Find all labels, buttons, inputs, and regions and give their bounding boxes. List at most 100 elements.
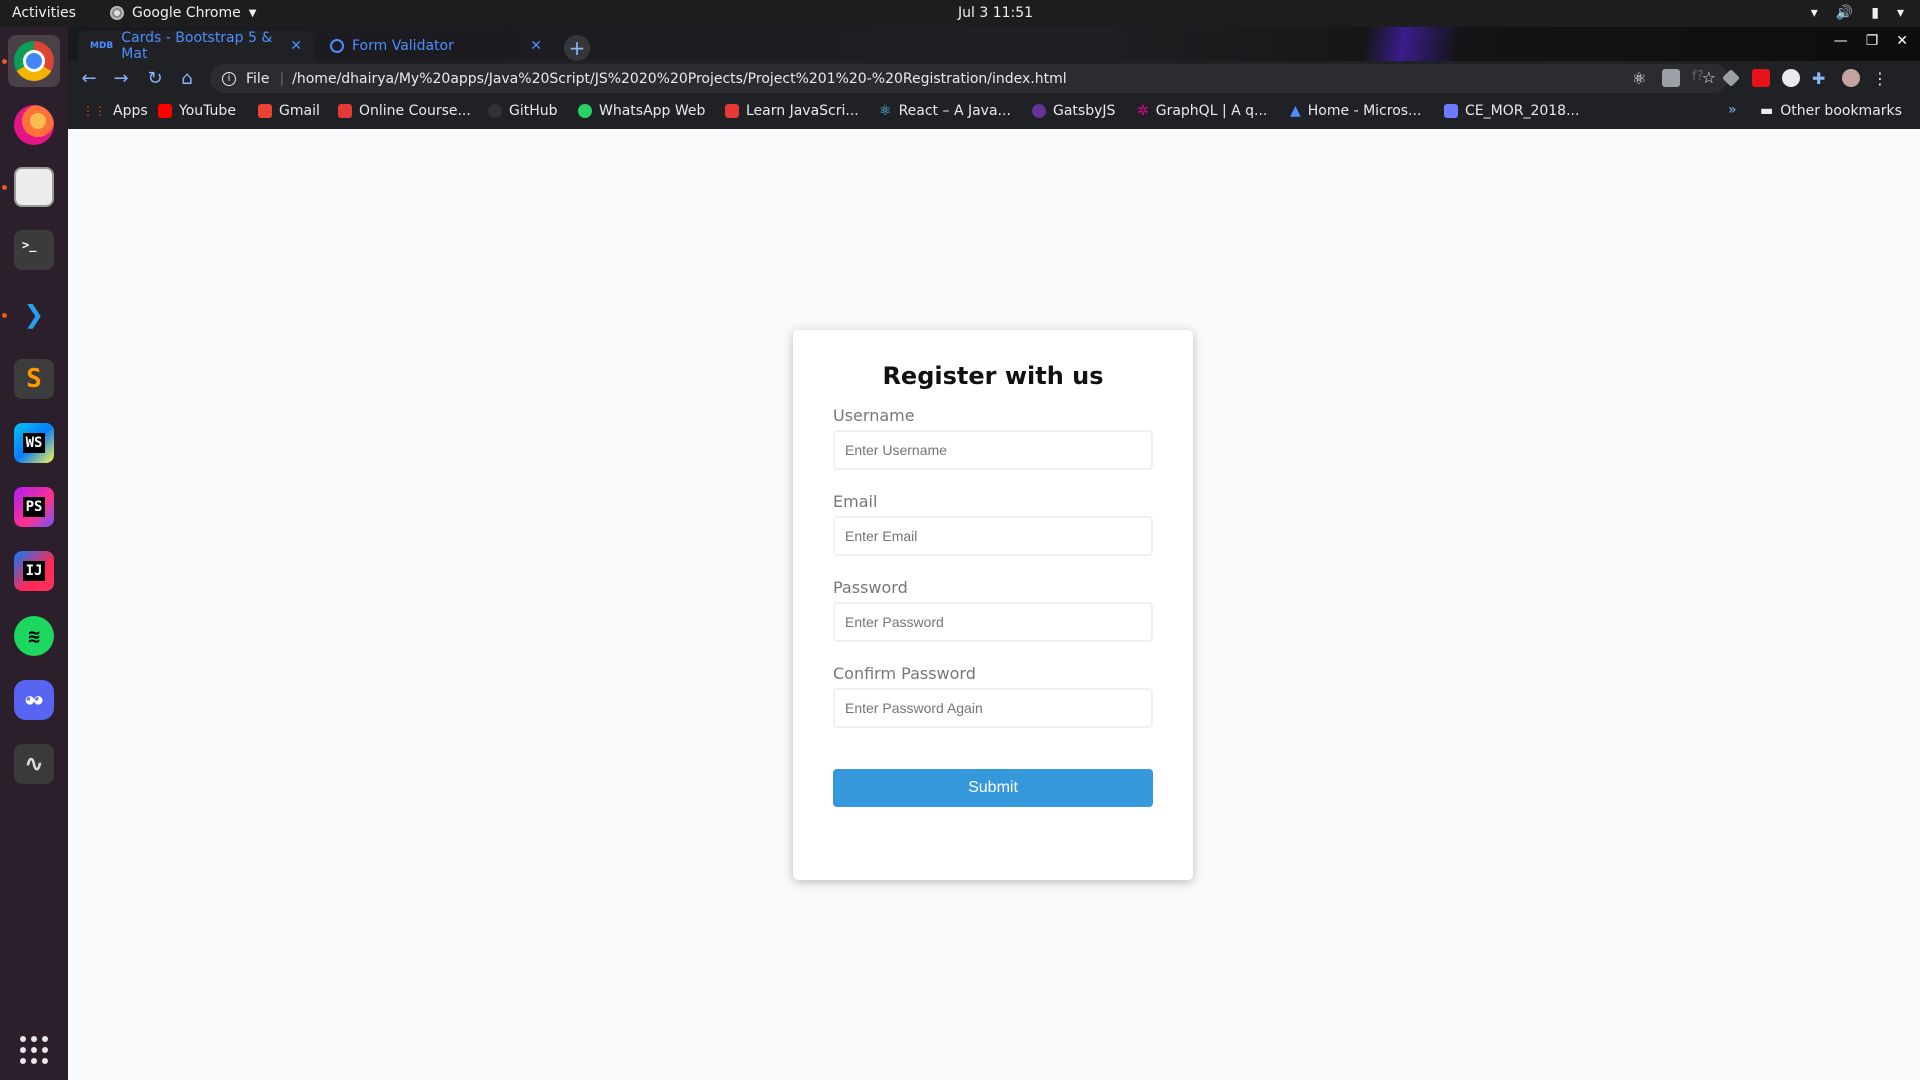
dock-item-intellij[interactable]: IJ — [8, 545, 60, 597]
dock-item-webstorm[interactable]: WS — [8, 417, 60, 469]
avatar[interactable] — [1842, 69, 1860, 87]
bookmark-gmail[interactable]: Gmail — [258, 103, 320, 119]
bookmark-graphql[interactable]: ✲ GraphQL | A q... — [1137, 103, 1267, 119]
registration-form: Register with us Username Email Password… — [793, 330, 1193, 880]
bookmark-label: GitHub — [509, 103, 558, 119]
bookmark-whatsapp[interactable]: WhatsApp Web — [578, 103, 705, 119]
vscode-icon: ❯ — [23, 295, 45, 335]
webstorm-icon: WS — [14, 423, 54, 463]
bookmark-gatsby[interactable]: GatsbyJS — [1032, 103, 1115, 119]
close-tab-icon[interactable]: ✕ — [530, 38, 542, 54]
more-bookmarks-icon[interactable]: » — [1728, 102, 1737, 118]
show-apps-icon[interactable] — [20, 1036, 48, 1064]
bookmark-label: Learn JavaScri... — [746, 103, 859, 119]
app-menu-label: Google Chrome — [132, 5, 241, 21]
system-monitor-icon: ∿ — [14, 744, 54, 784]
app-menu[interactable]: Google Chrome ▼ — [110, 5, 256, 21]
confirm-password-group: Confirm Password — [833, 664, 1153, 728]
clock[interactable]: Jul 3 11:51 — [958, 5, 1033, 21]
close-tab-icon[interactable]: ✕ — [290, 38, 302, 54]
tab-form-validator[interactable]: Form Validator ✕ — [318, 31, 554, 61]
tab-cards-bootstrap[interactable]: MDB Cards - Bootstrap 5 & Mat ✕ — [78, 30, 314, 62]
activities-button[interactable]: Activities — [12, 5, 76, 21]
discord-icon: ◕◕ — [14, 680, 54, 720]
tab-strip: MDB Cards - Bootstrap 5 & Mat ✕ Form Val… — [68, 27, 1920, 62]
dock-item-files[interactable] — [8, 161, 60, 213]
dock-item-vscode[interactable]: ❯ — [8, 289, 60, 341]
address-scheme: File — [246, 70, 270, 87]
whatsapp-icon — [578, 104, 592, 118]
bookmark-online-courses[interactable]: Online Course... — [338, 103, 471, 119]
dock-item-sublime[interactable]: S — [8, 353, 60, 405]
address-bar[interactable]: i File | /home/dhairya/My%20apps/Java%20… — [210, 64, 1728, 93]
globe-favicon-icon — [330, 39, 344, 53]
password-group: Password — [833, 578, 1153, 642]
gmail-icon — [258, 104, 272, 118]
reload-icon[interactable]: ↻ — [144, 67, 166, 89]
menu-dots-icon[interactable]: ⋮ — [1872, 69, 1890, 88]
bookmark-label: Gmail — [279, 103, 320, 119]
files-icon — [14, 167, 54, 207]
dock-item-discord[interactable]: ◕◕ — [8, 674, 60, 726]
info-icon[interactable]: i — [222, 71, 236, 86]
puzzle-icon[interactable]: ✚ — [1812, 69, 1830, 88]
bookmark-apps[interactable]: ⋮⋮ Apps — [82, 103, 148, 119]
close-window-icon[interactable]: ✕ — [1896, 33, 1908, 49]
bookmark-ce-mor[interactable]: CE_MOR_2018... — [1444, 103, 1579, 119]
wifi-icon: ▾ — [1810, 5, 1818, 21]
confirm-password-input[interactable] — [833, 688, 1153, 728]
react-devtools-icon[interactable]: ⚛ — [1632, 69, 1650, 88]
chrome-icon — [14, 41, 54, 81]
forward-icon[interactable]: → — [110, 67, 132, 89]
dock: >_ ❯ S WS PS IJ ≋ ◕◕ ∿ — [0, 27, 68, 1080]
bookmark-label: Online Course... — [359, 103, 471, 119]
extension-icon[interactable] — [1752, 69, 1770, 87]
submit-button[interactable]: Submit — [833, 769, 1153, 807]
apps-grid-icon: ⋮⋮ — [82, 104, 106, 118]
grammarly-icon[interactable] — [1782, 69, 1800, 87]
intellij-icon: IJ — [14, 551, 54, 591]
codecademy-icon — [725, 104, 739, 118]
other-bookmarks-label: Other bookmarks — [1780, 103, 1902, 119]
system-tray[interactable]: ▾ 🔊 ▮ ▾ — [1811, 5, 1904, 21]
bookmark-react[interactable]: ⚛ React – A Java... — [879, 103, 1011, 119]
minimize-icon[interactable]: — — [1834, 33, 1848, 49]
other-bookmarks[interactable]: ▬ Other bookmarks — [1760, 103, 1902, 119]
mdb-favicon-icon: MDB — [90, 41, 114, 51]
dock-item-firefox[interactable] — [8, 99, 60, 151]
new-tab-button[interactable]: + — [564, 35, 590, 61]
dock-item-chrome[interactable] — [8, 35, 60, 87]
battery-icon: ▮ — [1871, 5, 1879, 21]
password-input[interactable] — [833, 602, 1153, 642]
username-group: Username — [833, 406, 1153, 470]
running-indicator — [2, 59, 7, 64]
graphql-icon: ✲ — [1137, 103, 1149, 119]
dock-item-spotify[interactable]: ≋ — [8, 610, 60, 662]
bookmark-label: GatsbyJS — [1053, 103, 1116, 119]
running-indicator — [2, 185, 7, 190]
bookmark-microsoft[interactable]: ▲ Home - Micros... — [1290, 103, 1421, 119]
chrome-app-icon — [110, 6, 124, 20]
github-icon — [488, 104, 502, 118]
email-group: Email — [833, 492, 1153, 556]
dock-item-phpstorm[interactable]: PS — [8, 481, 60, 533]
home-icon[interactable]: ⌂ — [176, 67, 198, 89]
username-input[interactable] — [833, 430, 1153, 470]
bookmark-label: Apps — [113, 103, 148, 119]
back-icon[interactable]: ← — [78, 67, 100, 89]
udemy-icon — [338, 104, 352, 118]
email-input[interactable] — [833, 516, 1153, 556]
extension-icon[interactable] — [1662, 69, 1680, 87]
password-label: Password — [833, 578, 908, 597]
bookmarks-bar: ⋮⋮ Apps YouTube Gmail Online Course... G… — [68, 96, 1920, 129]
dock-item-system-monitor[interactable]: ∿ — [8, 738, 60, 790]
extension-icon[interactable]: f? — [1692, 69, 1710, 87]
tab-label: Form Validator — [352, 38, 454, 54]
bookmark-youtube[interactable]: YouTube — [158, 103, 236, 119]
bookmark-learn-javascript[interactable]: Learn JavaScri... — [725, 103, 859, 119]
restore-icon[interactable]: ❐ — [1866, 33, 1879, 49]
bookmark-github[interactable]: GitHub — [488, 103, 558, 119]
browser-toolbar: ← → ↻ ⌂ i File | /home/dhairya/My%20apps… — [68, 61, 1920, 96]
classroom-icon — [1444, 104, 1458, 118]
dock-item-terminal[interactable]: >_ — [8, 224, 60, 276]
